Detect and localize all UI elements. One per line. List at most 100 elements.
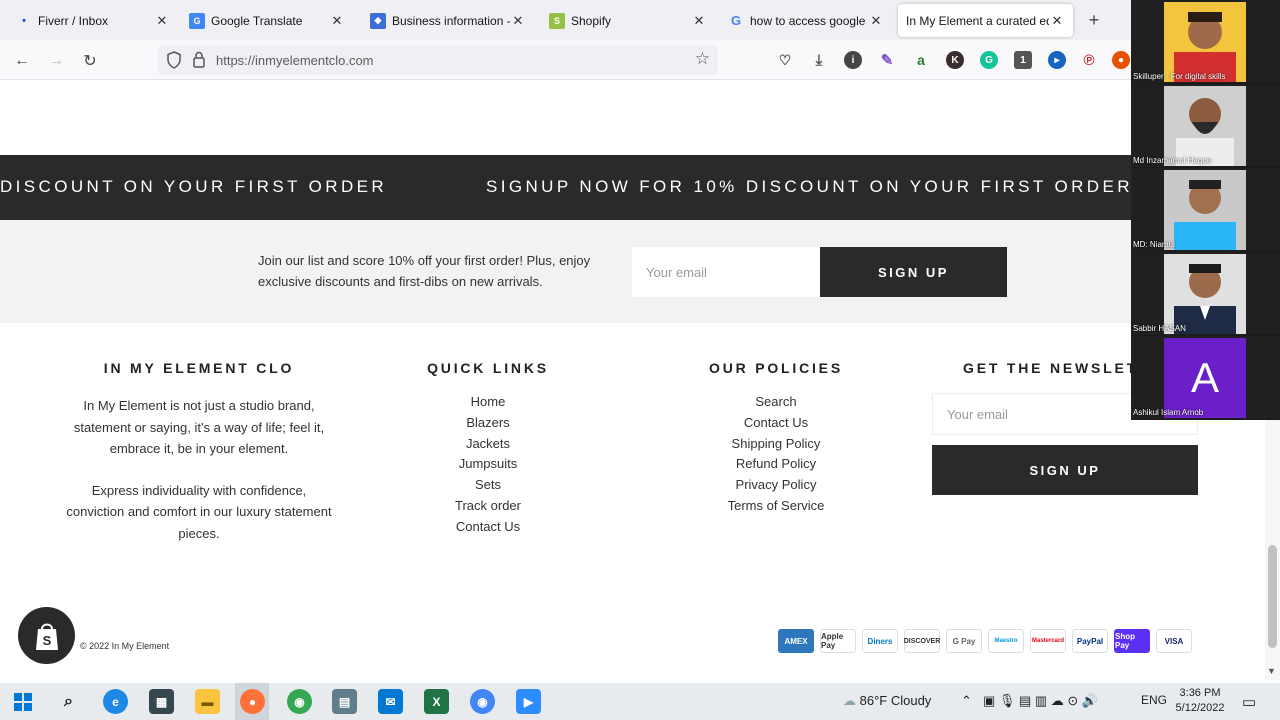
- file-explorer-icon[interactable]: ▬: [195, 689, 220, 714]
- footer-brand-column: IN MY ELEMENT CLO In My Element is not j…: [62, 360, 336, 544]
- visa-icon: VISA: [1156, 629, 1192, 653]
- google-pay-icon: G Pay: [946, 629, 982, 653]
- shield-icon[interactable]: [166, 51, 182, 69]
- edge-browser-icon[interactable]: e: [103, 689, 128, 714]
- close-icon[interactable]: ✕: [329, 13, 345, 29]
- chrome-profile-icon[interactable]: ◉: [470, 689, 495, 714]
- footer-link-contact-us[interactable]: Contact Us: [388, 517, 588, 538]
- quick-links-heading: QUICK LINKS: [427, 360, 549, 376]
- video-participants-panel: Skilluper - For digital skills Md Inzama…: [1131, 0, 1280, 420]
- footer-policies: OUR POLICIES Search Contact Us Shipping …: [676, 360, 876, 517]
- text-extension-icon[interactable]: a: [912, 51, 930, 69]
- shop-pay-icon: Shop Pay: [1114, 629, 1150, 653]
- language-indicator[interactable]: ENG: [1141, 693, 1167, 707]
- back-arrow-icon[interactable]: ←: [11, 50, 33, 72]
- footer-link-jumpsuits[interactable]: Jumpsuits: [388, 454, 588, 475]
- pen-extension-icon[interactable]: ✎: [878, 51, 896, 69]
- firefox-icon[interactable]: ●: [240, 689, 265, 714]
- address-bar[interactable]: https://inmyelementclo.com ☆: [158, 45, 718, 75]
- signup-button[interactable]: SIGN UP: [820, 247, 1007, 297]
- tab-google-search[interactable]: G how to access google me ✕: [720, 4, 892, 37]
- download-icon[interactable]: ⤓: [810, 51, 828, 69]
- play-extension-icon[interactable]: ▸: [1048, 51, 1066, 69]
- store-icon[interactable]: ▦: [149, 689, 174, 714]
- info-extension-icon[interactable]: i: [844, 51, 862, 69]
- policy-link-refund[interactable]: Refund Policy: [676, 454, 876, 475]
- search-icon[interactable]: ⌕: [56, 689, 81, 714]
- shopify-chat-button[interactable]: S: [18, 607, 75, 664]
- footer-link-sets[interactable]: Sets: [388, 475, 588, 496]
- close-icon[interactable]: ✕: [510, 13, 526, 29]
- mastercard-icon: Mastercard: [1030, 629, 1066, 653]
- marquee-item: SIGNUP NOW FOR 10% DISCOUNT ON YOUR FIRS…: [486, 177, 1133, 196]
- notification-icon[interactable]: ▭: [1242, 693, 1256, 711]
- discover-icon: DISCOVER: [904, 629, 940, 653]
- tab-fiverr[interactable]: • Fiverr / Inbox ✕: [8, 4, 178, 37]
- footer-link-track-order[interactable]: Track order: [388, 496, 588, 517]
- puzzle-extension-icon[interactable]: 1: [1014, 51, 1032, 69]
- weather-widget[interactable]: ☁ 86°F Cloudy: [843, 693, 931, 709]
- maestro-icon: Maestro: [988, 629, 1024, 653]
- participant-tile[interactable]: Md Inzamamul Haque: [1131, 84, 1280, 167]
- policy-link-search[interactable]: Search: [676, 392, 876, 413]
- signup-description: Join our list and score 10% off your fir…: [258, 253, 591, 289]
- webpage-content: DISCOUNT ON YOUR FIRST ORDER SIGNUP NOW …: [0, 80, 1265, 680]
- excel-icon[interactable]: X: [424, 689, 449, 714]
- pocket-icon[interactable]: ♡: [776, 51, 794, 69]
- shopify-bag-icon: S: [35, 623, 58, 650]
- tray-icons[interactable]: ▣ 🎙 ▤ ▥ ☁ ⊙ 🔊: [983, 693, 1098, 709]
- footer-link-jackets[interactable]: Jackets: [388, 434, 588, 455]
- tab-shopify[interactable]: S Shopify ✕: [541, 4, 715, 37]
- close-icon[interactable]: ✕: [1049, 13, 1065, 29]
- close-icon[interactable]: ✕: [691, 13, 707, 29]
- participant-photo: [1164, 254, 1246, 334]
- apple-pay-icon: Apple Pay: [820, 629, 856, 653]
- close-icon[interactable]: ✕: [154, 13, 170, 29]
- forward-arrow-icon[interactable]: →: [45, 50, 67, 72]
- footer-link-blazers[interactable]: Blazers: [388, 413, 588, 434]
- copyright-text: © 2022 In My Element: [80, 641, 170, 651]
- bookmark-star-icon[interactable]: ☆: [695, 49, 710, 69]
- google-icon: G: [730, 13, 742, 28]
- zoom-icon[interactable]: ▶: [516, 689, 541, 714]
- scroll-down-arrow-icon[interactable]: ▼: [1267, 666, 1276, 676]
- diners-icon: Diners: [862, 629, 898, 653]
- scrollbar-thumb[interactable]: [1268, 545, 1277, 648]
- grammarly-icon[interactable]: G: [980, 51, 998, 69]
- windows-start-icon[interactable]: [10, 689, 35, 714]
- color-extension-icon[interactable]: ●: [1112, 51, 1130, 69]
- tab-google-translate[interactable]: G Google Translate ✕: [181, 4, 353, 37]
- newsletter-signup-band: Join our list and score 10% off your fir…: [0, 220, 1265, 323]
- participant-tile[interactable]: A Ashikul Islam Arnob: [1131, 336, 1280, 419]
- policy-link-terms[interactable]: Terms of Service: [676, 496, 876, 517]
- business-icon: ◆: [370, 12, 386, 29]
- payment-icons: AMEX Apple Pay Diners DISCOVER G Pay Mae…: [778, 629, 1192, 653]
- new-tab-button[interactable]: +: [1083, 9, 1105, 31]
- participant-tile[interactable]: Sabbir HASAN: [1131, 252, 1280, 335]
- policy-link-shipping[interactable]: Shipping Policy: [676, 434, 876, 455]
- chevron-up-icon[interactable]: ⌃: [961, 693, 972, 709]
- chrome-icon[interactable]: ◉: [287, 689, 312, 714]
- tab-in-my-element[interactable]: In My Element a curated edit ✕: [898, 4, 1073, 37]
- newsletter-signup-button[interactable]: SIGN UP: [932, 445, 1198, 495]
- cloud-icon: ☁: [843, 693, 856, 708]
- footer-link-home[interactable]: Home: [388, 392, 588, 413]
- policy-link-privacy[interactable]: Privacy Policy: [676, 475, 876, 496]
- reload-icon[interactable]: ↻: [79, 50, 101, 72]
- close-icon[interactable]: ✕: [868, 13, 884, 29]
- participant-photo: [1164, 170, 1246, 250]
- participant-tile[interactable]: Skilluper - For digital skills: [1131, 0, 1280, 83]
- tab-business-information[interactable]: ◆ Business information - M ✕: [362, 4, 534, 37]
- lock-icon[interactable]: [192, 51, 206, 68]
- taskbar-clock[interactable]: 3:36 PM 5/12/2022: [1172, 686, 1228, 716]
- calculator-icon[interactable]: ▤: [332, 689, 357, 714]
- google-translate-icon: G: [189, 12, 205, 29]
- mail-icon[interactable]: ✉: [378, 689, 403, 714]
- signup-email-input[interactable]: [632, 247, 820, 297]
- windows-taskbar: ⌕ e ▦ ▬ ● ◉ ▤ ✉ X ◉ ▶ ☁ 86°F Cloudy ⌃ ▣ …: [0, 683, 1280, 720]
- policy-link-contact-us[interactable]: Contact Us: [676, 413, 876, 434]
- fiverr-icon: •: [22, 14, 26, 27]
- k-extension-icon[interactable]: K: [946, 51, 964, 69]
- participant-tile[interactable]: MD: Niamul: [1131, 168, 1280, 251]
- pinterest-icon[interactable]: ℗: [1080, 51, 1098, 69]
